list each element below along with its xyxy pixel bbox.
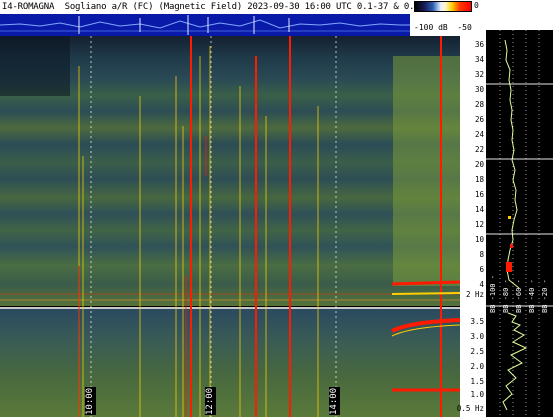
time-label-10-text: 10:00 xyxy=(85,387,95,415)
freq-tick: 34 xyxy=(474,55,484,64)
freq-tick: 1.5 xyxy=(470,377,484,386)
spectrogram-overlay xyxy=(0,36,460,417)
time-label-14: 14:00 xyxy=(329,387,340,415)
freq-tick: 1.0 xyxy=(470,390,484,399)
freq-tick: 36 xyxy=(474,40,484,49)
freq-tick: 2.5 xyxy=(470,347,484,356)
freq-tick: 8 xyxy=(479,250,484,259)
freq-tick: 2.0 xyxy=(470,362,484,371)
color-scale-bar xyxy=(414,1,472,12)
spectrum-side-panel: BB -100 - BB -80 - BB -60 - BB -40 - BB … xyxy=(486,30,553,417)
color-scale-max-label: 0 xyxy=(474,1,479,10)
title-bar: I4-ROMAGNA Sogliano a/R (FC) (Magnetic F… xyxy=(0,0,553,14)
freq-tick: 18 xyxy=(474,175,484,184)
side-label: BB -40 - xyxy=(528,279,536,313)
spectrogram: 10:00 12:00 14:00 xyxy=(0,36,460,417)
freq-tick: 0.5 Hz xyxy=(456,404,484,413)
color-scale: 0 xyxy=(412,1,486,13)
freq-tick: 28 xyxy=(474,100,484,109)
time-label-12: 12:00 xyxy=(205,387,216,415)
freq-tick: 24 xyxy=(474,130,484,139)
freq-tick: 22 xyxy=(474,145,484,154)
freq-tick: 2 Hz xyxy=(465,290,484,299)
freq-tick: 26 xyxy=(474,115,484,124)
amplitude-trace xyxy=(0,14,410,36)
side-label: BB -80 - xyxy=(502,279,510,313)
freq-tick: 32 xyxy=(474,70,484,79)
side-label: BB -100 - xyxy=(489,275,497,313)
frequency-axis: 36 34 32 30 28 26 24 22 20 18 16 14 12 1… xyxy=(456,36,486,417)
color-scale-labels: -100 dB -50 xyxy=(414,23,472,32)
freq-tick: 4 xyxy=(479,280,484,289)
spectrogram-window: I4-ROMAGNA Sogliano a/R (FC) (Magnetic F… xyxy=(0,0,553,417)
freq-tick: 30 xyxy=(474,85,484,94)
freq-tick: 14 xyxy=(474,205,484,214)
header-blank-area xyxy=(486,0,553,30)
amplitude-strip xyxy=(0,14,410,36)
time-label-12-text: 12:00 xyxy=(205,387,215,415)
freq-tick: 16 xyxy=(474,190,484,199)
spectrum-trace-plot xyxy=(486,30,553,417)
page-title: I4-ROMAGNA Sogliano a/R (FC) (Magnetic F… xyxy=(2,2,446,12)
freq-tick: 3.5 xyxy=(470,317,484,326)
side-label: BB -60 - xyxy=(515,279,523,313)
freq-tick: 12 xyxy=(474,220,484,229)
freq-tick: 20 xyxy=(474,160,484,169)
freq-tick: 10 xyxy=(474,235,484,244)
time-label-10: 10:00 xyxy=(85,387,96,415)
freq-tick: 3.0 xyxy=(470,332,484,341)
freq-tick: 6 xyxy=(479,265,484,274)
side-label: BB -20 - xyxy=(541,279,549,313)
time-label-14-text: 14:00 xyxy=(329,387,339,415)
